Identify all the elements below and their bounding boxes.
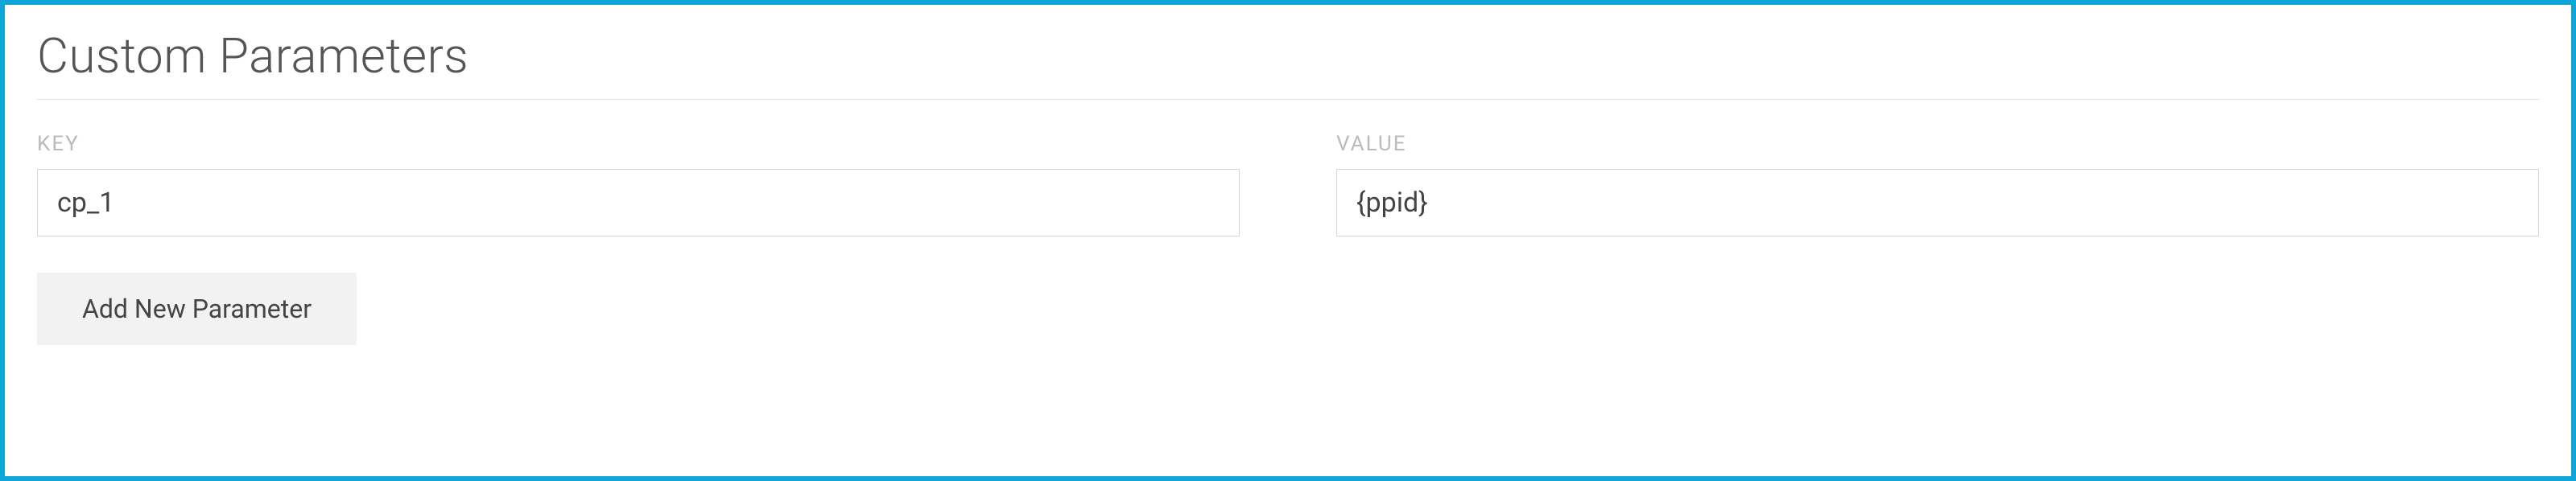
custom-parameters-panel: Custom Parameters KEY VALUE Add New Para… — [0, 0, 2576, 481]
key-input[interactable] — [37, 169, 1240, 236]
key-label: KEY — [37, 132, 1240, 156]
section-title: Custom Parameters — [37, 27, 2539, 84]
key-field-group: KEY — [37, 132, 1240, 236]
value-label: VALUE — [1336, 132, 2539, 156]
value-field-group: VALUE — [1336, 132, 2539, 236]
value-input[interactable] — [1336, 169, 2539, 236]
parameter-row: KEY VALUE — [37, 132, 2539, 236]
add-new-parameter-button[interactable]: Add New Parameter — [37, 273, 357, 345]
title-divider — [37, 99, 2539, 100]
